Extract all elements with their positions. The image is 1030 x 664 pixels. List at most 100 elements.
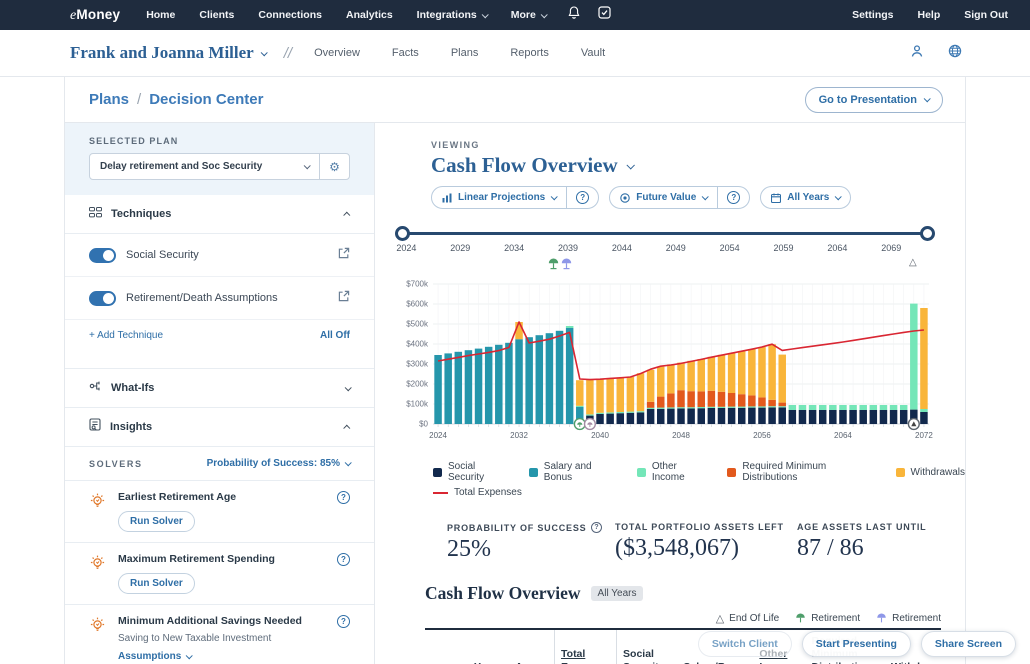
svg-text:$200k: $200k bbox=[406, 380, 429, 389]
column-header[interactable]: Year bbox=[468, 630, 509, 664]
assumptions-link[interactable]: Assumptions bbox=[118, 651, 350, 662]
toggle-on[interactable] bbox=[89, 248, 116, 263]
filter-linear-projections[interactable]: Linear Projections bbox=[432, 187, 566, 208]
probability-of-success-link[interactable]: Probability of Success: 85% bbox=[207, 458, 350, 469]
slider-year-label: 2049 bbox=[666, 243, 686, 253]
info-icon[interactable]: ? bbox=[591, 522, 602, 533]
slider-handle-start[interactable] bbox=[395, 226, 410, 241]
help-icon: ? bbox=[727, 191, 740, 204]
insights-icon bbox=[89, 418, 101, 436]
run-solver-button[interactable]: Run Solver bbox=[118, 573, 195, 594]
legend-item: Required Minimum Distributions bbox=[727, 461, 877, 483]
viewing-label: VIEWING bbox=[431, 140, 965, 150]
slider-year-label: 2034 bbox=[504, 243, 524, 253]
filter-help-button[interactable]: ? bbox=[717, 187, 749, 208]
filter-pill: Future Value? bbox=[609, 186, 750, 209]
help-icon[interactable]: ? bbox=[337, 553, 350, 566]
table-section-header: Cash Flow Overview All Years bbox=[425, 583, 941, 604]
bell-icon[interactable] bbox=[568, 6, 580, 24]
chevron-down-icon bbox=[551, 193, 558, 200]
breadcrumb-plans-link[interactable]: Plans bbox=[89, 91, 129, 108]
help-icon[interactable]: ? bbox=[337, 615, 350, 628]
tab-vault[interactable]: Vault bbox=[581, 47, 605, 59]
svg-text:$0: $0 bbox=[419, 420, 428, 429]
nav-link-home[interactable]: Home bbox=[146, 9, 175, 21]
filter-future-value[interactable]: Future Value bbox=[610, 187, 717, 208]
nav-link-connections[interactable]: Connections bbox=[258, 9, 322, 21]
stat-value: 87 / 86 bbox=[797, 535, 926, 562]
svg-text:2032: 2032 bbox=[510, 431, 528, 440]
what-ifs-section-header[interactable]: What-Ifs bbox=[65, 369, 374, 408]
lightbulb-icon bbox=[89, 554, 106, 594]
svg-text:$600k: $600k bbox=[406, 300, 429, 309]
nav-link-analytics[interactable]: Analytics bbox=[346, 9, 393, 21]
nav-link-label: More bbox=[511, 9, 536, 21]
nav-link-label: Analytics bbox=[346, 9, 393, 21]
run-solver-button[interactable]: Run Solver bbox=[118, 511, 195, 532]
toggle-on[interactable] bbox=[89, 291, 116, 306]
view-title-dropdown[interactable]: Cash Flow Overview bbox=[431, 153, 965, 178]
chevron-up-icon bbox=[343, 211, 350, 218]
all-off-link[interactable]: All Off bbox=[320, 330, 350, 341]
column-header[interactable]: SocialSecurity bbox=[616, 630, 677, 664]
legend-item: Total Expenses bbox=[433, 487, 522, 498]
tab-reports[interactable]: Reports bbox=[510, 47, 549, 59]
external-link-icon[interactable] bbox=[338, 289, 350, 307]
column-header[interactable] bbox=[425, 630, 468, 664]
nav-link-settings[interactable]: Settings bbox=[852, 9, 893, 21]
slider-year-label: 2059 bbox=[774, 243, 794, 253]
plan-settings-button[interactable]: ⚙ bbox=[319, 154, 349, 179]
nav-link-sign-out[interactable]: Sign Out bbox=[964, 9, 1008, 21]
cash-flow-chart[interactable]: $0$100k$200k$300k$400k$500k$600k$700k202… bbox=[401, 274, 965, 457]
selected-plan-dropdown[interactable]: Delay retirement and Soc Security bbox=[90, 154, 319, 179]
external-link-icon[interactable] bbox=[338, 246, 350, 264]
column-header[interactable]: TotalExpenses bbox=[554, 630, 616, 664]
client-name-menu[interactable]: Frank and Joanna Miller bbox=[70, 43, 266, 63]
tasks-icon[interactable] bbox=[598, 6, 611, 24]
share-screen-button[interactable]: Share Screen bbox=[921, 631, 1016, 657]
globe-icon[interactable] bbox=[948, 44, 962, 63]
solver-item: Maximum Retirement Spending?Run Solver bbox=[65, 542, 374, 604]
slider-year-label: 2024 bbox=[396, 243, 416, 253]
solver-subtitle: Saving to New Taxable Investment bbox=[118, 633, 350, 644]
user-icon[interactable] bbox=[910, 44, 924, 63]
techniques-section-header[interactable]: Techniques bbox=[65, 195, 374, 234]
svg-text:2064: 2064 bbox=[834, 431, 852, 440]
filter-all-years[interactable]: All Years bbox=[761, 187, 850, 208]
end-of-life-triangle-icon: △ bbox=[909, 257, 917, 268]
table-legend: △End Of LifeRetirementRetirement bbox=[425, 612, 941, 625]
technique-row: Retirement/Death Assumptions bbox=[65, 277, 374, 320]
stat-value: 25% bbox=[447, 536, 615, 563]
solver-content: Maximum Retirement Spending?Run Solver bbox=[118, 553, 350, 594]
breadcrumb: Plans / Decision Center bbox=[89, 91, 263, 108]
chevron-down-icon bbox=[541, 11, 548, 18]
add-technique-link[interactable]: + Add Technique bbox=[89, 330, 163, 341]
nav-link-integrations[interactable]: Integrations bbox=[417, 9, 487, 21]
tab-facts[interactable]: Facts bbox=[392, 47, 419, 59]
go-to-presentation-button[interactable]: Go to Presentation bbox=[805, 87, 943, 113]
svg-text:$700k: $700k bbox=[406, 280, 429, 289]
solvers-label: SOLVERS bbox=[89, 459, 143, 469]
nav-link-label: Connections bbox=[258, 9, 322, 21]
umbrella-green-icon bbox=[795, 613, 806, 624]
chevron-down-icon bbox=[481, 11, 488, 18]
insights-section-header[interactable]: Insights bbox=[65, 408, 374, 447]
switch-client-button[interactable]: Switch Client bbox=[698, 631, 792, 657]
tab-plans[interactable]: Plans bbox=[451, 47, 479, 59]
help-icon[interactable]: ? bbox=[337, 491, 350, 504]
filter-help-button[interactable]: ? bbox=[566, 187, 598, 208]
tab-overview[interactable]: Overview bbox=[314, 47, 360, 59]
nav-link-help[interactable]: Help bbox=[917, 9, 940, 21]
svg-text:$400k: $400k bbox=[406, 340, 429, 349]
nav-link-more[interactable]: More bbox=[511, 9, 546, 21]
slider-handle-end[interactable] bbox=[920, 226, 935, 241]
slider-track[interactable] bbox=[401, 232, 929, 235]
emoney-logo[interactable]: eMoney bbox=[70, 7, 120, 24]
chevron-down-icon bbox=[304, 162, 311, 169]
column-header[interactable]: Age bbox=[509, 630, 554, 664]
legend-swatch bbox=[637, 468, 646, 477]
nav-link-clients[interactable]: Clients bbox=[199, 9, 234, 21]
start-presenting-button[interactable]: Start Presenting bbox=[802, 631, 911, 657]
filter-pill: Linear Projections? bbox=[431, 186, 599, 209]
calendar-icon bbox=[771, 193, 781, 203]
